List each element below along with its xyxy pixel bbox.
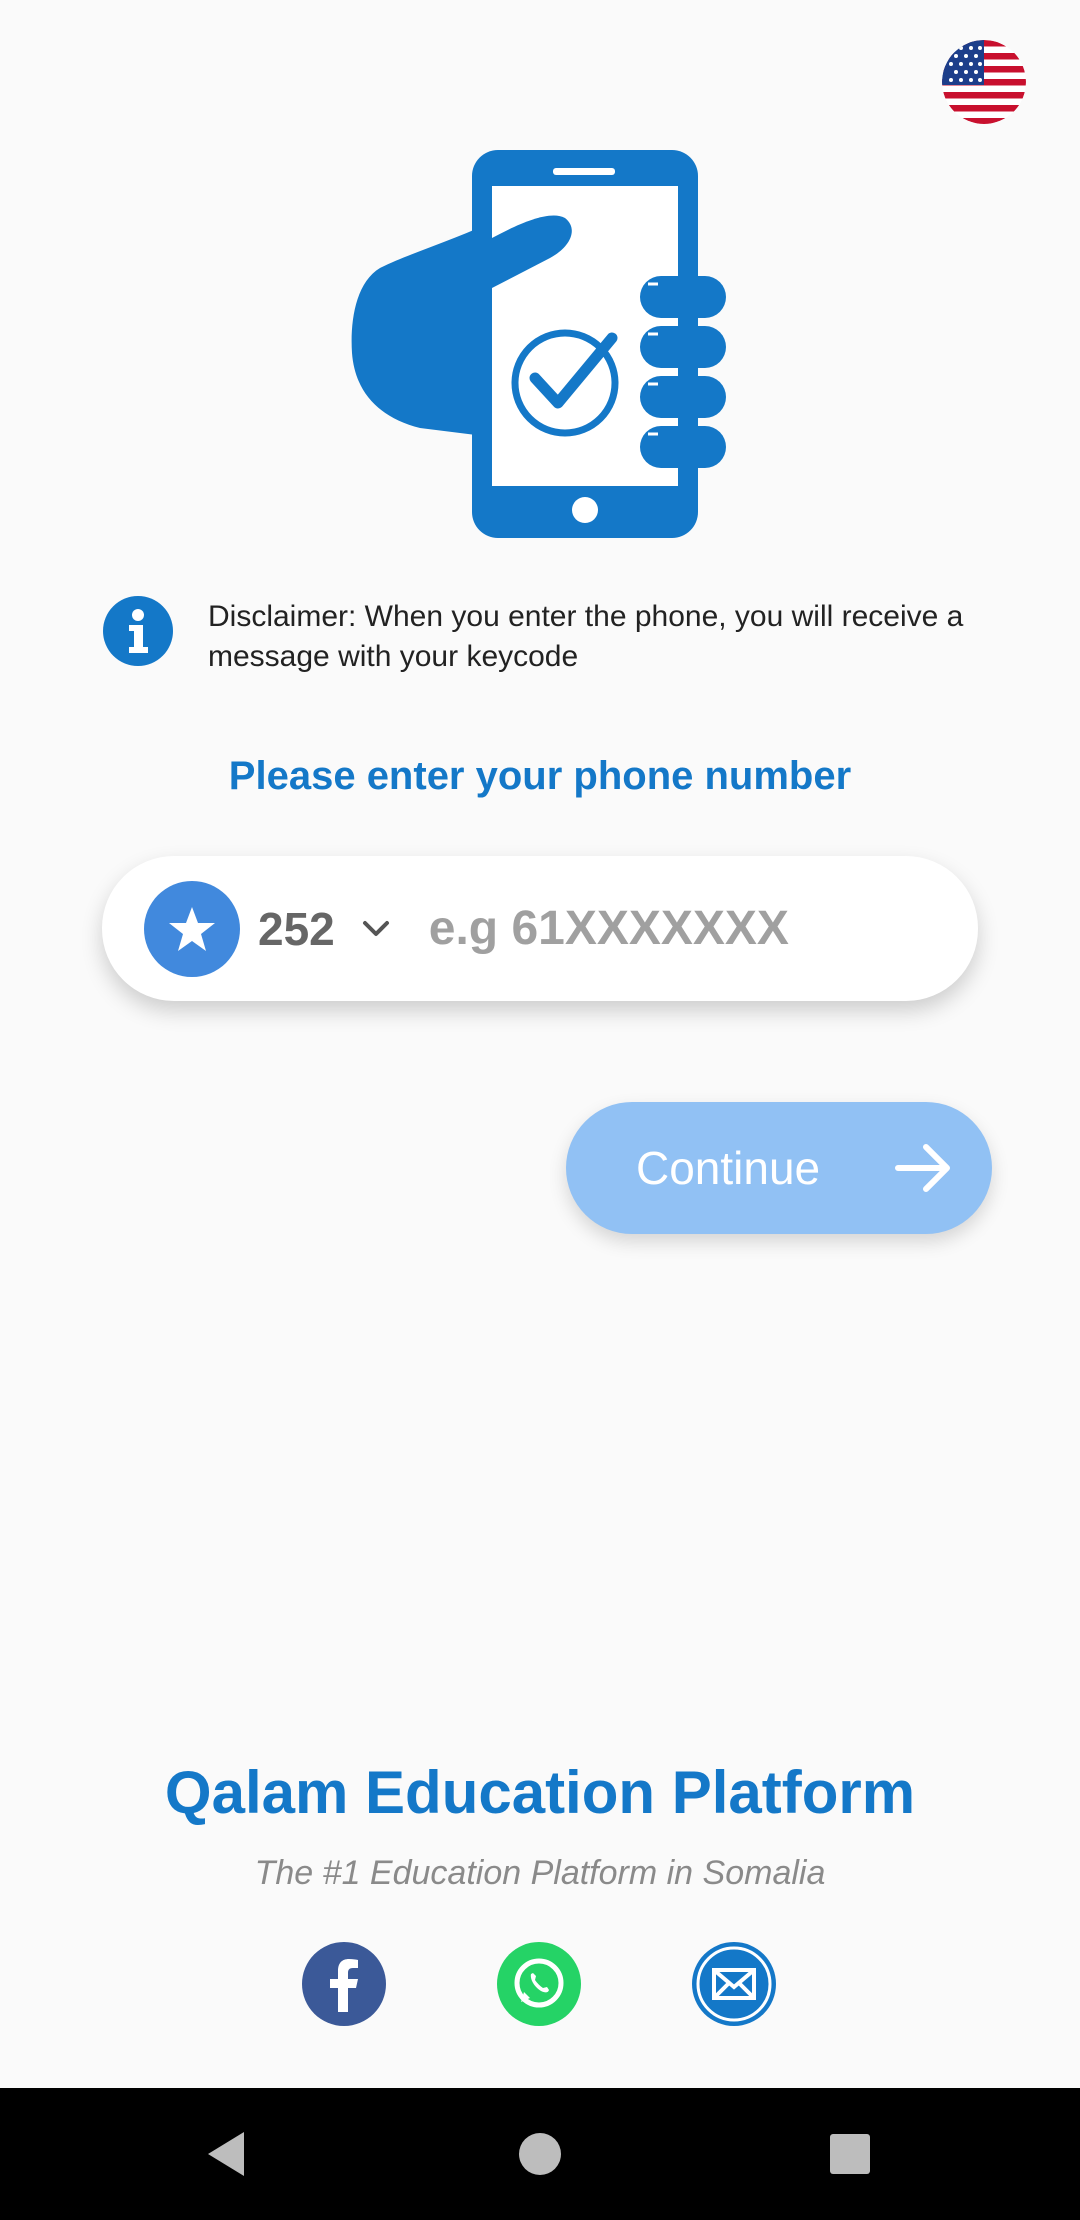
disclaimer-text: Disclaimer: When you enter the phone, yo… (208, 600, 964, 673)
country-code[interactable]: 252 (258, 902, 335, 956)
continue-button[interactable]: Continue (566, 1102, 992, 1234)
back-icon (208, 2132, 244, 2176)
arrow-right-icon (895, 1144, 950, 1192)
language-selector[interactable] (942, 40, 1026, 124)
home-button[interactable] (480, 2088, 600, 2220)
star-icon (169, 906, 215, 951)
recents-icon (830, 2134, 870, 2174)
recents-button[interactable] (790, 2088, 910, 2220)
chevron-down-icon[interactable] (359, 912, 393, 946)
brand-title: Qalam Education Platform (164, 1759, 916, 1826)
email-button[interactable] (692, 1942, 776, 2026)
phone-verification-illustration (351, 150, 726, 538)
home-icon (519, 2133, 561, 2175)
system-navigation-bar (0, 2088, 1080, 2220)
us-flag-icon (942, 40, 1026, 124)
somalia-flag-icon[interactable] (144, 880, 240, 977)
phone-input[interactable] (428, 901, 849, 956)
phone-prompt-heading: Please enter your phone number (228, 754, 852, 798)
info-icon (103, 596, 173, 666)
brand-tagline: The #1 Education Platform in Somalia (254, 1854, 826, 1892)
facebook-icon (330, 1959, 358, 2012)
facebook-button[interactable] (302, 1942, 386, 2026)
mail-icon (696, 1946, 772, 2022)
continue-label: Continue (636, 1142, 821, 1194)
back-button[interactable] (166, 2088, 286, 2220)
disclaimer: Disclaimer: When you enter the phone, yo… (102, 595, 1042, 677)
whatsapp-icon (514, 1958, 564, 2008)
phone-number-field: 252 (102, 856, 978, 1001)
whatsapp-button[interactable] (497, 1942, 581, 2026)
